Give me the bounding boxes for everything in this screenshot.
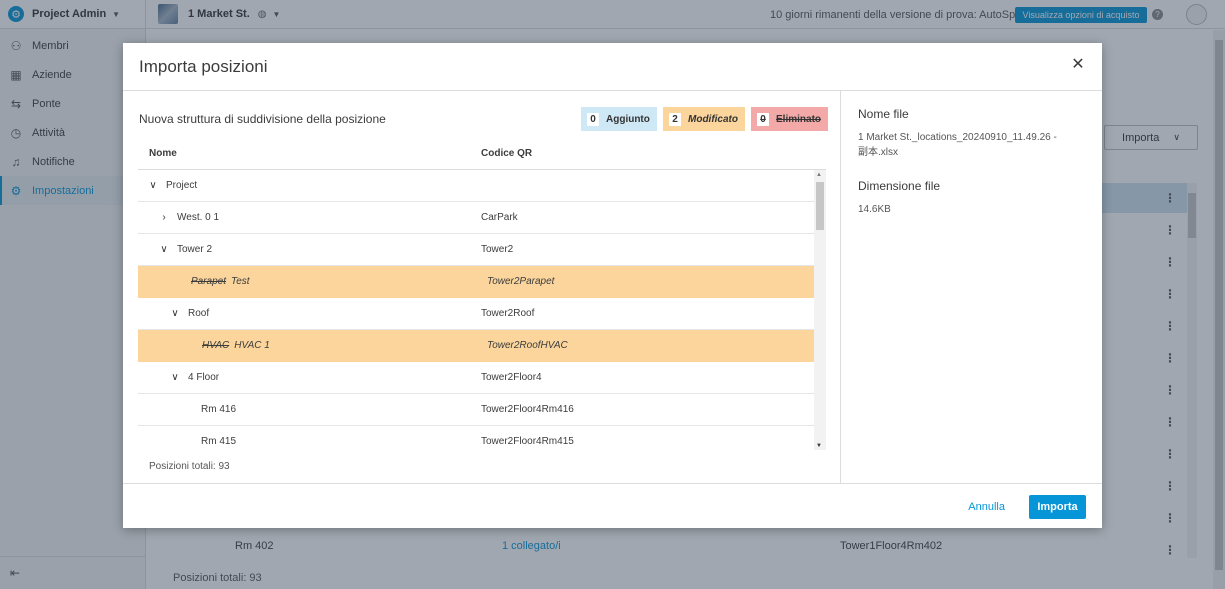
- row-name: Roof: [188, 308, 210, 319]
- file-size-label: Dimensione file: [858, 179, 941, 193]
- deleted-count: 0: [757, 112, 769, 126]
- row-qr: Tower2Parapet: [487, 276, 555, 287]
- row-name: HVAC 1: [234, 340, 270, 351]
- row-qr: Tower2: [481, 244, 514, 255]
- file-size-value: 14.6KB: [858, 204, 891, 215]
- table-row: Rm 416 Tower2Floor4Rm416: [138, 394, 814, 426]
- row-name: West. 0 1: [177, 212, 220, 223]
- section-title: Nuova struttura di suddivisione della po…: [139, 112, 386, 126]
- deleted-badge: 0 Eliminato: [751, 107, 829, 131]
- structure-pane: Nuova struttura di suddivisione della po…: [123, 91, 841, 483]
- dialog-title: Importa posizioni: [139, 56, 268, 76]
- table-row: ∨ 4 Floor Tower2Floor4: [138, 362, 814, 394]
- dialog-footer: Annulla Importa: [123, 483, 1102, 528]
- dialog-header: Importa posizioni: [123, 43, 1102, 91]
- row-qr: Tower2Roof: [481, 308, 535, 319]
- old-name: HVAC: [202, 340, 230, 351]
- row-name: Rm 416: [201, 404, 237, 415]
- file-name-value: 1 Market St._locations_20240910_11.49.26…: [858, 132, 1057, 158]
- row-qr: Tower2Floor4Rm416: [481, 404, 574, 415]
- row-name: Project: [166, 180, 198, 191]
- scrollbar-thumb[interactable]: [816, 182, 824, 230]
- file-name-label: Nome file: [858, 107, 909, 121]
- scroll-down-icon[interactable]: ▼: [816, 443, 822, 449]
- modified-badge: 2 Modificato: [663, 107, 745, 131]
- row-name: Test: [231, 276, 250, 287]
- row-qr: CarPark: [481, 212, 518, 223]
- column-header-qr[interactable]: Codice QR: [481, 148, 532, 159]
- table-row: ∨ Roof Tower2Roof: [138, 298, 814, 330]
- import-locations-dialog: Importa posizioni ✕ Nuova struttura di s…: [123, 43, 1102, 528]
- row-name: Tower 2: [177, 244, 213, 255]
- table-row: › West. 0 1 CarPark: [138, 202, 814, 234]
- close-icon[interactable]: ✕: [1070, 57, 1086, 73]
- table-row: Rm 415 Tower2Floor4Rm415: [138, 426, 814, 450]
- chevron-down-icon[interactable]: ∨: [159, 244, 169, 255]
- dialog-body: Nuova struttura di suddivisione della po…: [123, 91, 1102, 483]
- total-locations: Posizioni totali: 93: [149, 461, 230, 472]
- added-count: 0: [587, 112, 599, 126]
- column-header-name[interactable]: Nome: [149, 148, 177, 159]
- cancel-button[interactable]: Annulla: [960, 495, 1013, 519]
- import-button[interactable]: Importa: [1029, 495, 1086, 519]
- row-name: 4 Floor: [188, 372, 220, 383]
- table-row: ∨ Project: [138, 170, 814, 202]
- row-qr: Tower2Floor4Rm415: [481, 436, 574, 447]
- tree-scrollbar[interactable]: ▲ ▼: [814, 170, 826, 450]
- deleted-label: Eliminato: [776, 113, 822, 125]
- added-label: Aggiunto: [606, 113, 650, 125]
- chevron-down-icon[interactable]: ∨: [148, 180, 158, 191]
- old-name: Parapet: [191, 276, 227, 287]
- row-qr: Tower2RoofHVAC: [487, 340, 568, 351]
- file-info-pane: Nome file 1 Market St._locations_2024091…: [842, 91, 1102, 483]
- chevron-right-icon[interactable]: ›: [159, 212, 169, 223]
- modified-label: Modificato: [688, 113, 738, 125]
- table-row-modified: Parapet Test Tower2Parapet: [138, 266, 814, 298]
- row-name: Rm 415: [201, 436, 237, 447]
- modified-count: 2: [669, 112, 681, 126]
- table-row: ∨ Tower 2 Tower2: [138, 234, 814, 266]
- row-qr: Tower2Floor4: [481, 372, 542, 383]
- locations-tree-table: ∨ Project › West. 0 1 CarPark ∨ Tower 2: [138, 169, 826, 450]
- table-row-modified: HVAC HVAC 1 Tower2RoofHVAC: [138, 330, 814, 362]
- chevron-down-icon[interactable]: ∨: [170, 372, 180, 383]
- added-badge: 0 Aggiunto: [581, 107, 657, 131]
- scroll-up-icon[interactable]: ▲: [816, 172, 822, 178]
- chevron-down-icon[interactable]: ∨: [170, 308, 180, 319]
